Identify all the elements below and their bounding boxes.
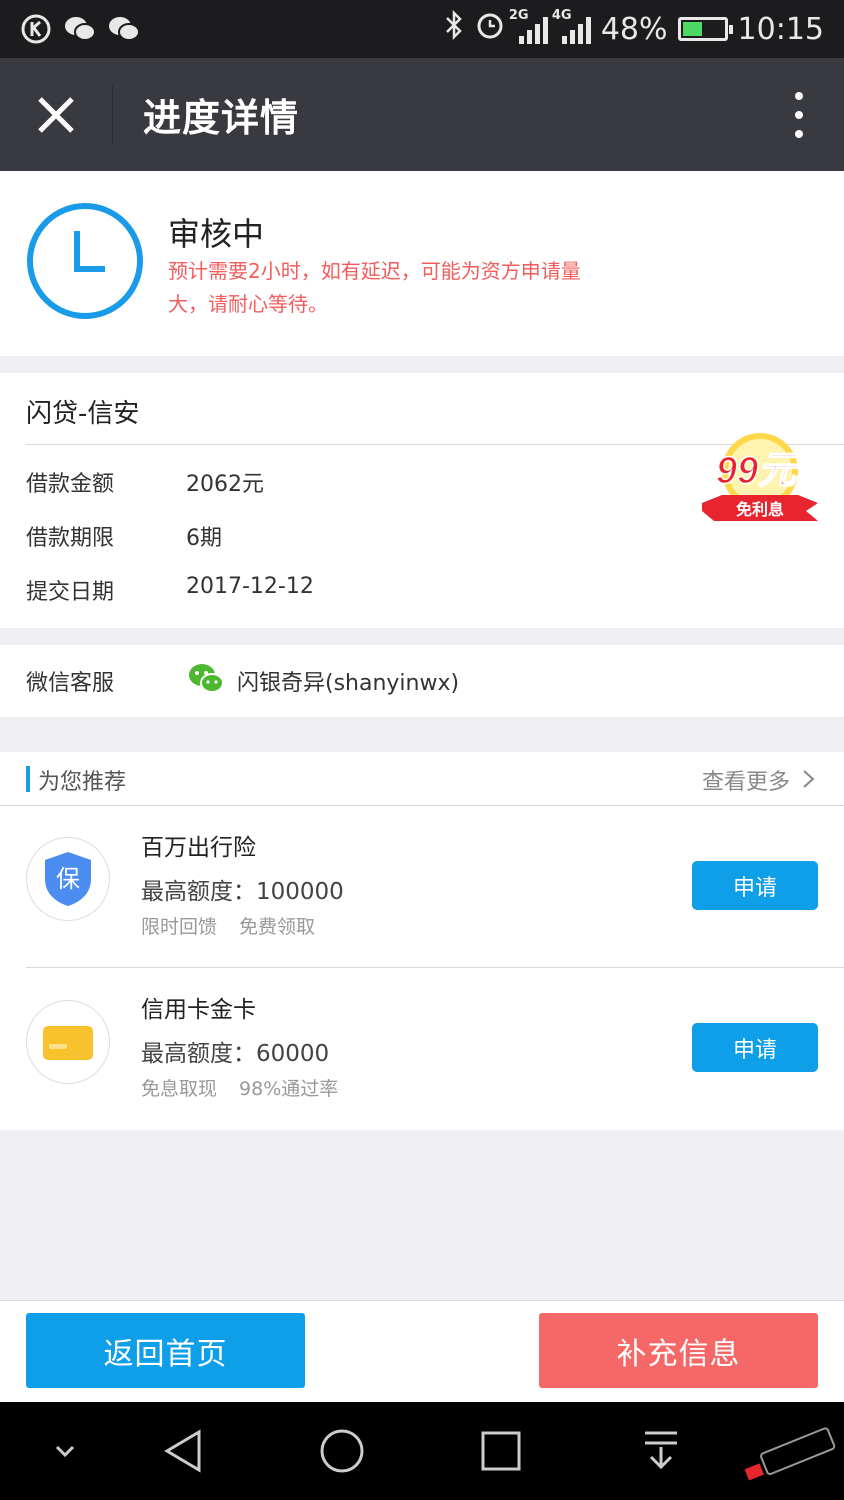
system-nav-bar bbox=[0, 1402, 844, 1500]
more-dot-icon bbox=[795, 129, 803, 138]
wechat-icon bbox=[189, 664, 224, 693]
wechat-icon bbox=[64, 13, 96, 45]
loan-row-label: 借款金额 bbox=[26, 472, 115, 497]
interest-free-badge: 99元 免利息 bbox=[702, 433, 818, 521]
k-app-icon bbox=[20, 13, 52, 45]
status-bar: 2G 4G 48% 10:15 bbox=[0, 0, 844, 58]
recommend-section: 为您推荐 查看更多 保 百万出行险 最高额度：100000 限时回馈 免费领取 … bbox=[0, 752, 844, 1130]
more-dot-icon bbox=[795, 110, 803, 119]
recommend-item-tags: 限时回馈 免费领取 bbox=[141, 912, 315, 939]
loan-product-name: 闪贷-信安 bbox=[26, 399, 140, 429]
shield-label: 保 bbox=[56, 865, 80, 893]
pull-down-icon bbox=[645, 1431, 677, 1470]
status-description: 预计需要2小时，如有延迟，可能为资方申请量大，请耐心等待。 bbox=[168, 259, 581, 316]
recommend-item-limit: 最高额度：60000 bbox=[141, 1041, 330, 1067]
loan-row-label: 提交日期 bbox=[26, 580, 115, 605]
chevron-right-icon[interactable] bbox=[802, 769, 816, 789]
notification-pull-button[interactable] bbox=[636, 1426, 686, 1476]
recommend-item-limit: 最高额度：100000 bbox=[141, 879, 344, 905]
recents-square-icon bbox=[481, 1431, 521, 1471]
supplement-info-button[interactable]: 补充信息 bbox=[539, 1313, 818, 1388]
wechat-icon bbox=[108, 13, 140, 45]
loan-row-value: 2017-12-12 bbox=[186, 574, 314, 599]
badge-label: 免利息 bbox=[736, 500, 784, 519]
loan-row-value: 6期 bbox=[186, 526, 222, 551]
clock-time: 10:15 bbox=[737, 11, 824, 47]
loan-term-row: 借款期限 6期 bbox=[26, 520, 222, 552]
signal-icon: 4G bbox=[552, 8, 591, 44]
recommend-header: 为您推荐 查看更多 bbox=[0, 752, 844, 806]
wechat-service-label: 微信客服 bbox=[26, 671, 115, 696]
status-title: 审核中 bbox=[168, 215, 265, 253]
more-dot-icon bbox=[795, 91, 803, 100]
recommend-item[interactable]: 保 百万出行险 最高额度：100000 限时回馈 免费领取 申请 bbox=[0, 806, 844, 968]
recommend-item-name: 信用卡金卡 bbox=[141, 997, 256, 1023]
wechat-service-card[interactable]: 微信客服 闪银奇异(shanyinwx) bbox=[0, 645, 844, 717]
home-button[interactable] bbox=[317, 1426, 367, 1476]
hide-keyboard-button[interactable] bbox=[40, 1426, 90, 1476]
alarm-icon bbox=[475, 10, 505, 48]
recommend-item-name: 百万出行险 bbox=[141, 835, 256, 861]
recommend-item-tags: 免息取现 98%通过率 bbox=[141, 1074, 338, 1101]
loan-row-value: 2062元 bbox=[186, 472, 264, 497]
bluetooth-icon bbox=[443, 9, 465, 48]
loan-card: 闪贷-信安 借款金额 2062元 借款期限 6期 提交日期 2017-12-12… bbox=[0, 373, 844, 628]
tag: 98%通过率 bbox=[239, 1078, 339, 1100]
more-options-button[interactable] bbox=[754, 58, 844, 171]
close-icon bbox=[38, 96, 74, 133]
loan-amount-row: 借款金额 2062元 bbox=[26, 466, 264, 498]
review-status-card: 审核中 预计需要2小时，如有延迟，可能为资方申请量大，请耐心等待。 bbox=[0, 171, 844, 356]
recommend-title: 为您推荐 bbox=[38, 770, 127, 795]
back-button[interactable] bbox=[158, 1426, 208, 1476]
tag: 免息取现 bbox=[141, 1078, 218, 1100]
wechat-service-account: 闪银奇异(shanyinwx) bbox=[237, 671, 460, 696]
clock-icon bbox=[27, 203, 143, 319]
submit-date-row: 提交日期 2017-12-12 bbox=[26, 574, 314, 606]
battery-icon bbox=[677, 17, 733, 41]
forum-watermark-logo bbox=[744, 1427, 836, 1481]
battery-percent: 48% bbox=[600, 11, 668, 47]
tag: 限时回馈 bbox=[141, 916, 218, 938]
loan-row-label: 借款期限 bbox=[26, 526, 115, 551]
chevron-down-icon bbox=[55, 1445, 75, 1458]
page-title: 进度详情 bbox=[143, 96, 300, 140]
section-marker bbox=[26, 766, 30, 792]
badge-amount: 99元 bbox=[716, 450, 800, 492]
back-home-button[interactable]: 返回首页 bbox=[26, 1313, 305, 1388]
home-circle-icon bbox=[320, 1429, 364, 1473]
bottom-action-bar: 返回首页 补充信息 bbox=[0, 1300, 844, 1402]
recents-button[interactable] bbox=[476, 1426, 526, 1476]
see-more-link[interactable]: 查看更多 bbox=[702, 764, 790, 796]
title-bar: 进度详情 bbox=[0, 58, 844, 171]
close-button[interactable] bbox=[0, 58, 112, 171]
back-triangle-icon bbox=[164, 1429, 201, 1473]
apply-button[interactable]: 申请 bbox=[692, 1023, 818, 1072]
apply-button[interactable]: 申请 bbox=[692, 861, 818, 910]
credit-card-icon bbox=[26, 1000, 110, 1084]
recommend-item[interactable]: 信用卡金卡 最高额度：60000 免息取现 98%通过率 申请 bbox=[0, 968, 844, 1130]
insurance-shield-icon: 保 bbox=[26, 837, 110, 921]
tag: 免费领取 bbox=[239, 916, 316, 938]
signal-icon: 2G bbox=[509, 8, 548, 44]
